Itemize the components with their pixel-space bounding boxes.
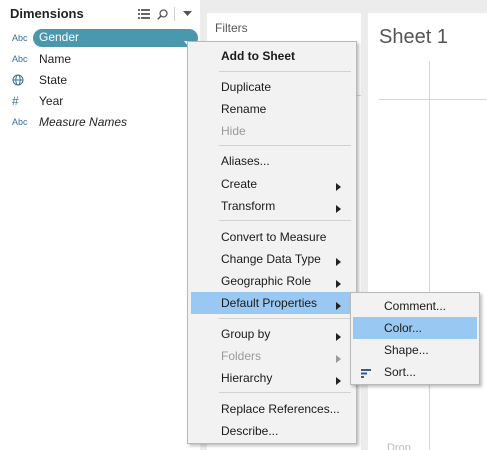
menu-item-create[interactable]: Create — [191, 173, 353, 195]
menu-item-label: Add to Sheet — [221, 49, 295, 63]
string-type-icon: Abc — [12, 53, 28, 64]
dimensions-title: Dimensions — [10, 6, 84, 21]
field-state[interactable]: State — [0, 69, 200, 90]
menu-item-folders: Folders — [191, 345, 353, 367]
menu-item-label: Folders — [221, 349, 262, 363]
menu-separator — [219, 318, 351, 319]
field-pill-gender[interactable]: Gender — [33, 29, 198, 47]
string-type-icon: Abc — [12, 32, 28, 43]
submenu-arrow-icon — [336, 277, 341, 291]
pane-tools — [135, 6, 196, 22]
menu-item-describe[interactable]: Describe... — [191, 420, 353, 442]
tool-separator — [174, 7, 175, 21]
field-label: Name — [39, 51, 72, 66]
default-properties-submenu: Comment... Color... Shape... Sort... — [350, 292, 480, 385]
menu-item-duplicate[interactable]: Duplicate — [191, 76, 353, 98]
field-label: Gender — [39, 30, 80, 44]
menu-separator — [219, 145, 351, 146]
menu-separator — [219, 392, 351, 393]
submenu-item-color[interactable]: Color... — [353, 317, 477, 339]
menu-item-label: Transform — [221, 199, 276, 213]
filters-label: Filters — [215, 21, 248, 35]
submenu-arrow-icon — [336, 330, 341, 344]
menu-item-label: Geographic Role — [221, 274, 312, 288]
data-pane: Dimensions Abc Gender Abc Name State # Y… — [0, 0, 200, 450]
field-year[interactable]: # Year — [0, 90, 200, 111]
menu-item-label: Duplicate — [221, 80, 272, 94]
sheet-title: Sheet 1 — [379, 26, 448, 48]
submenu-arrow-icon — [336, 180, 341, 194]
menu-item-transform[interactable]: Transform — [191, 195, 353, 217]
number-type-icon: # — [12, 93, 19, 108]
menu-item-default-properties[interactable]: Default Properties — [191, 292, 353, 314]
menu-item-label: Create — [221, 177, 258, 191]
sort-icon — [361, 367, 371, 381]
menu-separator — [219, 71, 351, 72]
menu-item-label: Color... — [384, 321, 423, 335]
submenu-item-comment[interactable]: Comment... — [353, 295, 477, 317]
menu-item-label: Shape... — [384, 343, 429, 357]
globe-icon — [0, 74, 26, 86]
menu-item-label: Describe... — [221, 424, 279, 438]
field-measure-names[interactable]: Abc Measure Names — [0, 111, 200, 132]
submenu-arrow-icon — [336, 374, 341, 388]
menu-item-change-data-type[interactable]: Change Data Type — [191, 248, 353, 270]
string-type-icon: Abc — [12, 116, 28, 127]
menu-item-label: Sort... — [384, 365, 417, 379]
submenu-item-shape[interactable]: Shape... — [353, 339, 477, 361]
field-label: State — [39, 72, 68, 87]
context-menu: Add to Sheet Duplicate Rename Hide Alias… — [187, 41, 357, 444]
menu-item-label: Rename — [221, 102, 267, 116]
menu-item-label: Hide — [221, 124, 246, 138]
field-label: Year — [39, 93, 64, 108]
menu-item-label: Comment... — [384, 299, 447, 313]
menu-item-label: Default Properties — [221, 296, 318, 310]
menu-item-aliases[interactable]: Aliases... — [191, 150, 353, 172]
search-icon[interactable] — [153, 6, 171, 22]
menu-item-label: Aliases... — [221, 154, 270, 168]
submenu-arrow-icon — [336, 352, 341, 366]
menu-separator — [219, 220, 351, 221]
menu-item-hierarchy[interactable]: Hierarchy — [191, 367, 353, 389]
grid-line — [429, 61, 430, 450]
menu-item-label: Hierarchy — [221, 371, 273, 385]
dimensions-header: Dimensions — [0, 0, 200, 28]
menu-item-hide: Hide — [191, 120, 353, 142]
drop-hint: Drop — [387, 442, 411, 450]
menu-item-group-by[interactable]: Group by — [191, 323, 353, 345]
menu-item-replace-references[interactable]: Replace References... — [191, 398, 353, 420]
field-name[interactable]: Abc Name — [0, 48, 200, 69]
menu-item-label: Replace References... — [221, 402, 340, 416]
menu-item-geographic-role[interactable]: Geographic Role — [191, 270, 353, 292]
grid-view-icon[interactable] — [135, 6, 153, 22]
submenu-item-sort[interactable]: Sort... — [353, 361, 477, 383]
grid-line — [379, 99, 487, 100]
dropdown-icon[interactable] — [178, 6, 196, 22]
menu-item-label: Change Data Type — [221, 252, 321, 266]
menu-item-label: Convert to Measure — [221, 230, 327, 244]
menu-item-add-to-sheet[interactable]: Add to Sheet — [191, 45, 353, 67]
menu-item-convert-to-measure[interactable]: Convert to Measure — [191, 226, 353, 248]
field-label: Measure Names — [39, 114, 128, 129]
submenu-arrow-icon — [336, 202, 341, 216]
submenu-arrow-icon — [336, 255, 341, 269]
menu-item-label: Group by — [221, 327, 271, 341]
submenu-arrow-icon — [336, 299, 341, 313]
menu-item-rename[interactable]: Rename — [191, 98, 353, 120]
